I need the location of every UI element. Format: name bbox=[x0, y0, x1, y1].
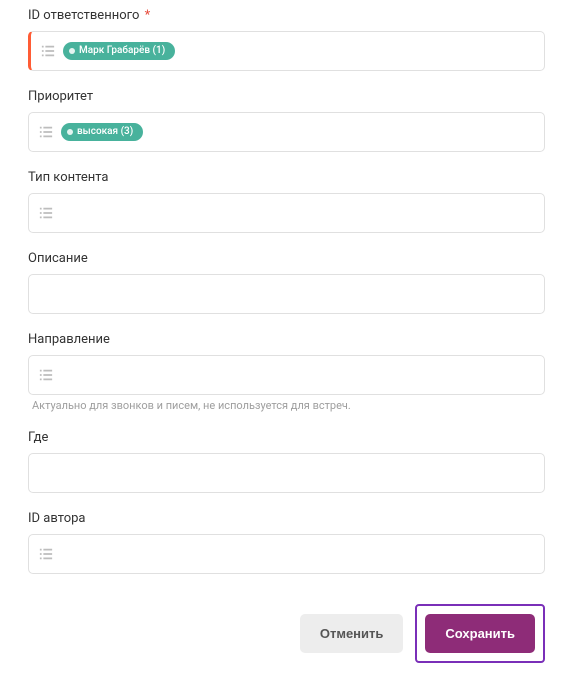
tag-dot-icon bbox=[69, 48, 75, 54]
list-icon bbox=[41, 44, 55, 58]
field-where: Где bbox=[28, 430, 545, 493]
text-input-description[interactable] bbox=[39, 287, 534, 302]
list-icon bbox=[39, 547, 53, 561]
field-content-type: Тип контента bbox=[28, 170, 545, 233]
label-priority: Приоритет bbox=[28, 89, 545, 104]
field-author: ID автора bbox=[28, 511, 545, 574]
tag-responsible[interactable]: Марк Грабарёв (1) bbox=[63, 42, 175, 60]
save-button[interactable]: Сохранить bbox=[425, 614, 535, 653]
field-priority: Приоритет высокая (3) bbox=[28, 89, 545, 152]
tag-responsible-text: Марк Грабарёв (1) bbox=[79, 44, 165, 58]
input-description[interactable] bbox=[28, 274, 545, 314]
label-where: Где bbox=[28, 430, 545, 445]
label-content-type: Тип контента bbox=[28, 170, 545, 185]
field-responsible: ID ответственного * Марк Грабарёв (1) bbox=[28, 8, 545, 71]
field-direction: Направление Актуально для звонков и писе… bbox=[28, 332, 545, 412]
tag-priority[interactable]: высокая (3) bbox=[61, 123, 143, 141]
button-row: Отменить Сохранить bbox=[28, 604, 545, 663]
field-description: Описание bbox=[28, 251, 545, 314]
tag-dot-icon bbox=[67, 129, 73, 135]
required-asterisk: * bbox=[145, 8, 151, 23]
list-icon bbox=[39, 125, 53, 139]
input-where[interactable] bbox=[28, 453, 545, 493]
save-button-highlight: Сохранить bbox=[415, 604, 545, 663]
list-icon bbox=[39, 368, 53, 382]
input-content-type[interactable] bbox=[28, 193, 545, 233]
cancel-button[interactable]: Отменить bbox=[300, 614, 404, 653]
label-description: Описание bbox=[28, 251, 545, 266]
label-author: ID автора bbox=[28, 511, 545, 526]
input-priority[interactable]: высокая (3) bbox=[28, 112, 545, 152]
input-direction[interactable] bbox=[28, 355, 545, 395]
text-input-where[interactable] bbox=[39, 466, 534, 481]
label-responsible: ID ответственного * bbox=[28, 8, 545, 23]
help-direction: Актуально для звонков и писем, не исполь… bbox=[28, 399, 545, 412]
input-responsible[interactable]: Марк Грабарёв (1) bbox=[28, 31, 545, 71]
tag-priority-text: высокая (3) bbox=[77, 125, 133, 139]
label-direction: Направление bbox=[28, 332, 545, 347]
input-author[interactable] bbox=[28, 534, 545, 574]
list-icon bbox=[39, 206, 53, 220]
label-responsible-text: ID ответственного bbox=[28, 8, 139, 23]
